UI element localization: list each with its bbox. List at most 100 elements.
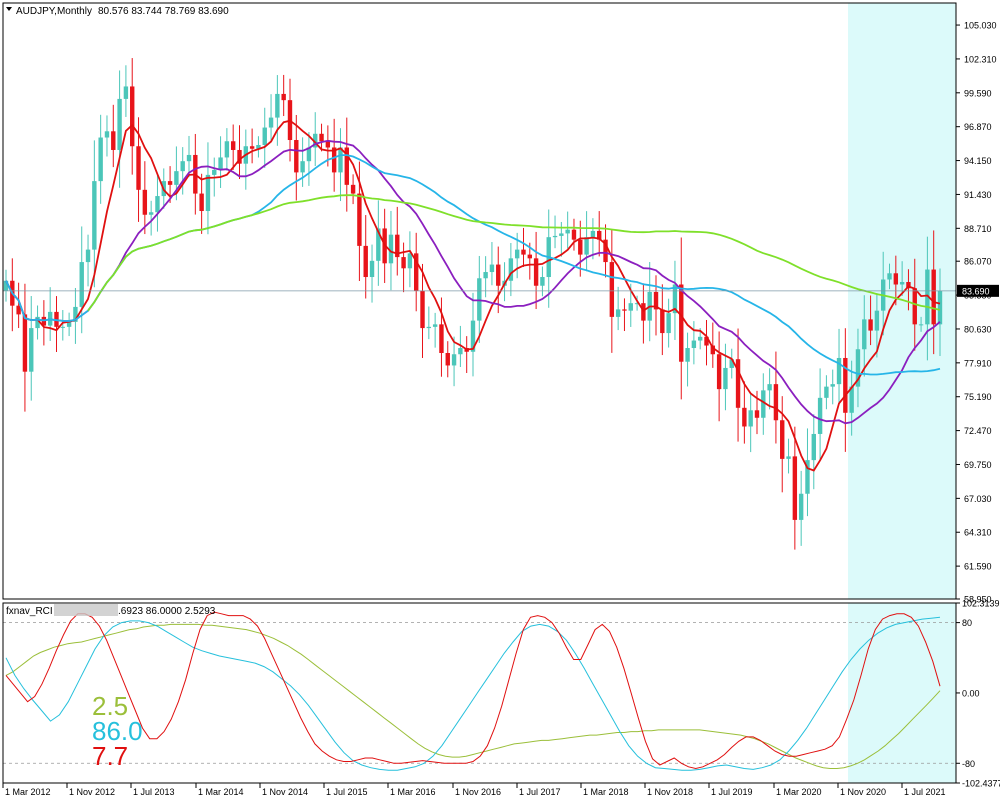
x-tick-label: 1 Jul 2021	[904, 787, 946, 797]
candle-body	[868, 319, 873, 331]
candle-body	[697, 336, 703, 341]
candle-body	[130, 86, 135, 147]
candle-body	[862, 319, 867, 350]
candle-body	[830, 384, 835, 387]
x-tick-label: 1 Nov 2020	[840, 787, 886, 797]
y-tick-label: 105.030	[964, 21, 997, 31]
x-tick-label: 1 Nov 2018	[647, 787, 693, 797]
candle-body	[338, 147, 343, 173]
candle-body	[92, 181, 97, 250]
candle-body	[230, 141, 236, 150]
x-tick-label: 1 Jul 2013	[133, 787, 175, 797]
candle-body	[268, 117, 274, 128]
x-tick-label: 1 Jul 2017	[519, 787, 561, 797]
candle-body	[451, 354, 457, 366]
y-tick-label: 64.310	[964, 528, 992, 538]
candle-body	[401, 257, 406, 269]
candle-body	[937, 290, 943, 325]
symbol-title: AUDJPY,Monthly	[16, 6, 92, 17]
candle-body	[85, 249, 91, 263]
candle-body	[439, 324, 444, 354]
candle-body	[723, 367, 728, 390]
y-tick-label: 80.630	[964, 324, 992, 334]
candle-body	[224, 141, 230, 158]
y-tick-label: 61.590	[964, 562, 992, 572]
y-tick-label: 96.870	[964, 122, 992, 132]
candle-body	[186, 154, 192, 162]
candle-body	[199, 193, 204, 212]
candle-body	[136, 146, 141, 190]
candle-body	[432, 324, 438, 327]
candle-body	[294, 140, 299, 173]
candle-body	[369, 260, 375, 278]
candle-body	[628, 303, 633, 311]
candle-body	[357, 193, 362, 246]
candle-body	[218, 157, 223, 170]
candle-body	[754, 410, 760, 418]
y-tick-label: 75.190	[964, 392, 992, 402]
dropdown-triangle-icon[interactable]	[6, 7, 12, 11]
y-tick-label: 86.070	[964, 257, 992, 267]
blurred-params	[54, 604, 118, 616]
candle-body	[458, 348, 463, 355]
candle-body	[249, 146, 255, 149]
candle-body	[22, 314, 28, 372]
candle-body	[931, 269, 936, 325]
candle-body	[817, 397, 823, 434]
candle-body	[319, 133, 324, 142]
candle-body	[174, 171, 179, 185]
candle-body	[798, 493, 804, 520]
candle-body	[609, 262, 615, 317]
candle-body	[180, 161, 185, 172]
candle-body	[874, 310, 880, 331]
candle-body	[142, 189, 148, 215]
indicator-values: .6923 86.0000 2.5293	[118, 606, 216, 617]
chart-window[interactable]: 105.030 102.310 99.590 96.870 94.150 91.430 88…	[0, 0, 1000, 800]
candle-body	[622, 309, 627, 311]
candle-body	[111, 131, 116, 150]
candle-body	[615, 309, 621, 317]
candle-body	[552, 235, 558, 238]
y-tick-label: 102.310	[964, 54, 997, 64]
rci-line-2	[5, 611, 941, 770]
x-tick-label: 1 Jul 2019	[711, 787, 753, 797]
y-tick-label: 91.430	[964, 190, 992, 200]
candle-body	[685, 348, 690, 362]
candle-body	[167, 181, 173, 185]
candle-body	[98, 137, 103, 182]
ohlc-readout: 80.576 83.744 78.769 83.690	[98, 6, 229, 17]
y-tick-label: 99.590	[964, 88, 992, 98]
candle-body	[824, 386, 829, 398]
x-tick-label: 1 Mar 2020	[776, 787, 822, 797]
candle-body	[773, 384, 779, 421]
candle-body	[912, 288, 917, 325]
candle-body	[275, 93, 280, 118]
candle-body	[29, 328, 34, 372]
candle-body	[514, 249, 520, 259]
candle-body	[445, 353, 450, 366]
candle-body	[679, 284, 684, 362]
candle-body	[786, 456, 791, 459]
candle-body	[407, 253, 413, 269]
rci-y-tick-label: -80	[962, 759, 975, 769]
candle-body	[420, 290, 425, 329]
candle-body	[205, 174, 211, 212]
candle-body	[496, 264, 501, 286]
candle-body	[325, 141, 331, 148]
candle-body	[533, 258, 539, 286]
candle-body	[262, 127, 267, 145]
candle-body	[489, 264, 495, 273]
x-tick-label: 1 Mar 2018	[583, 787, 629, 797]
candle-body	[300, 161, 305, 173]
candle-body	[918, 324, 924, 326]
rci-layer	[3, 611, 956, 771]
x-tick-label: 1 Nov 2012	[69, 787, 115, 797]
rci-y-tick-label: 102.3139	[962, 599, 1000, 609]
candle-body	[887, 273, 892, 280]
price-chart[interactable]: 105.030 102.310 99.590 96.870 94.150 91.430 88…	[0, 0, 1000, 800]
candle-body	[899, 282, 905, 285]
candle-body	[148, 212, 154, 215]
candle-body	[477, 278, 482, 321]
candle-body	[691, 340, 697, 349]
ma-mid-line	[5, 139, 941, 425]
